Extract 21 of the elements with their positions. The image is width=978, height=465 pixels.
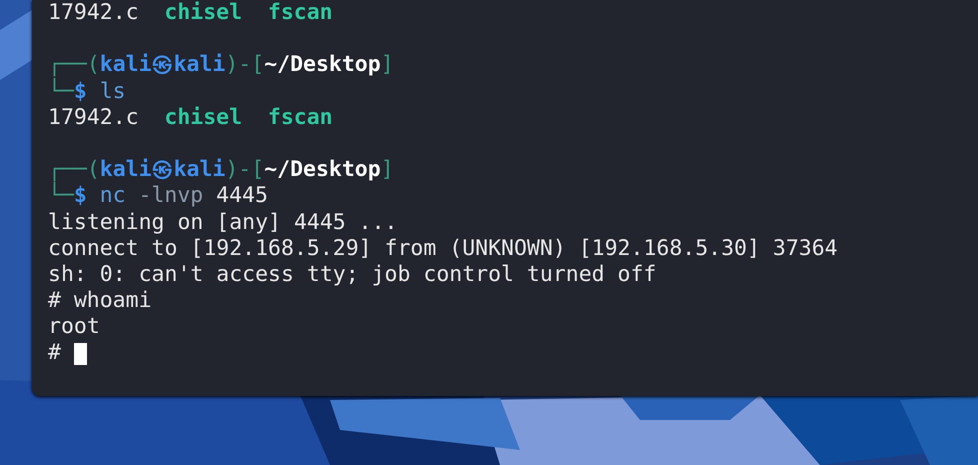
file-name: fscan <box>268 104 333 131</box>
prompt-line: ┌──(kali㉿kali)-[~/Desktop] <box>48 157 394 182</box>
file-name: 17942.c <box>48 0 139 26</box>
output-text: root <box>48 314 100 340</box>
shell-prompt: # <box>48 340 61 367</box>
prompt-symbol: └─$ <box>48 183 87 210</box>
command-text: ls <box>100 78 126 105</box>
output-text: sh: 0: can't access tty; job control turned off <box>48 262 656 288</box>
output-text: connect to [192.168.5.29] from (UNKNOWN) [192.168.5.30] 37364 <box>48 236 838 262</box>
command-text: -lnvp <box>138 183 204 210</box>
command-text: whoami <box>74 288 152 314</box>
prompt-symbol: └─$ <box>48 78 87 105</box>
shell-prompt: # <box>48 288 61 314</box>
prompt-line: ┌──(kali㉿kali)-[~/Desktop] <box>48 52 394 78</box>
command-text: 4445 <box>216 183 268 210</box>
output-text: listening on [any] 4445 ... <box>48 210 398 236</box>
file-name: chisel <box>164 104 242 131</box>
file-name: chisel <box>164 0 242 26</box>
command-text: nc <box>100 183 126 210</box>
file-name: 17942.c <box>48 104 139 131</box>
file-name: fscan <box>268 0 333 26</box>
